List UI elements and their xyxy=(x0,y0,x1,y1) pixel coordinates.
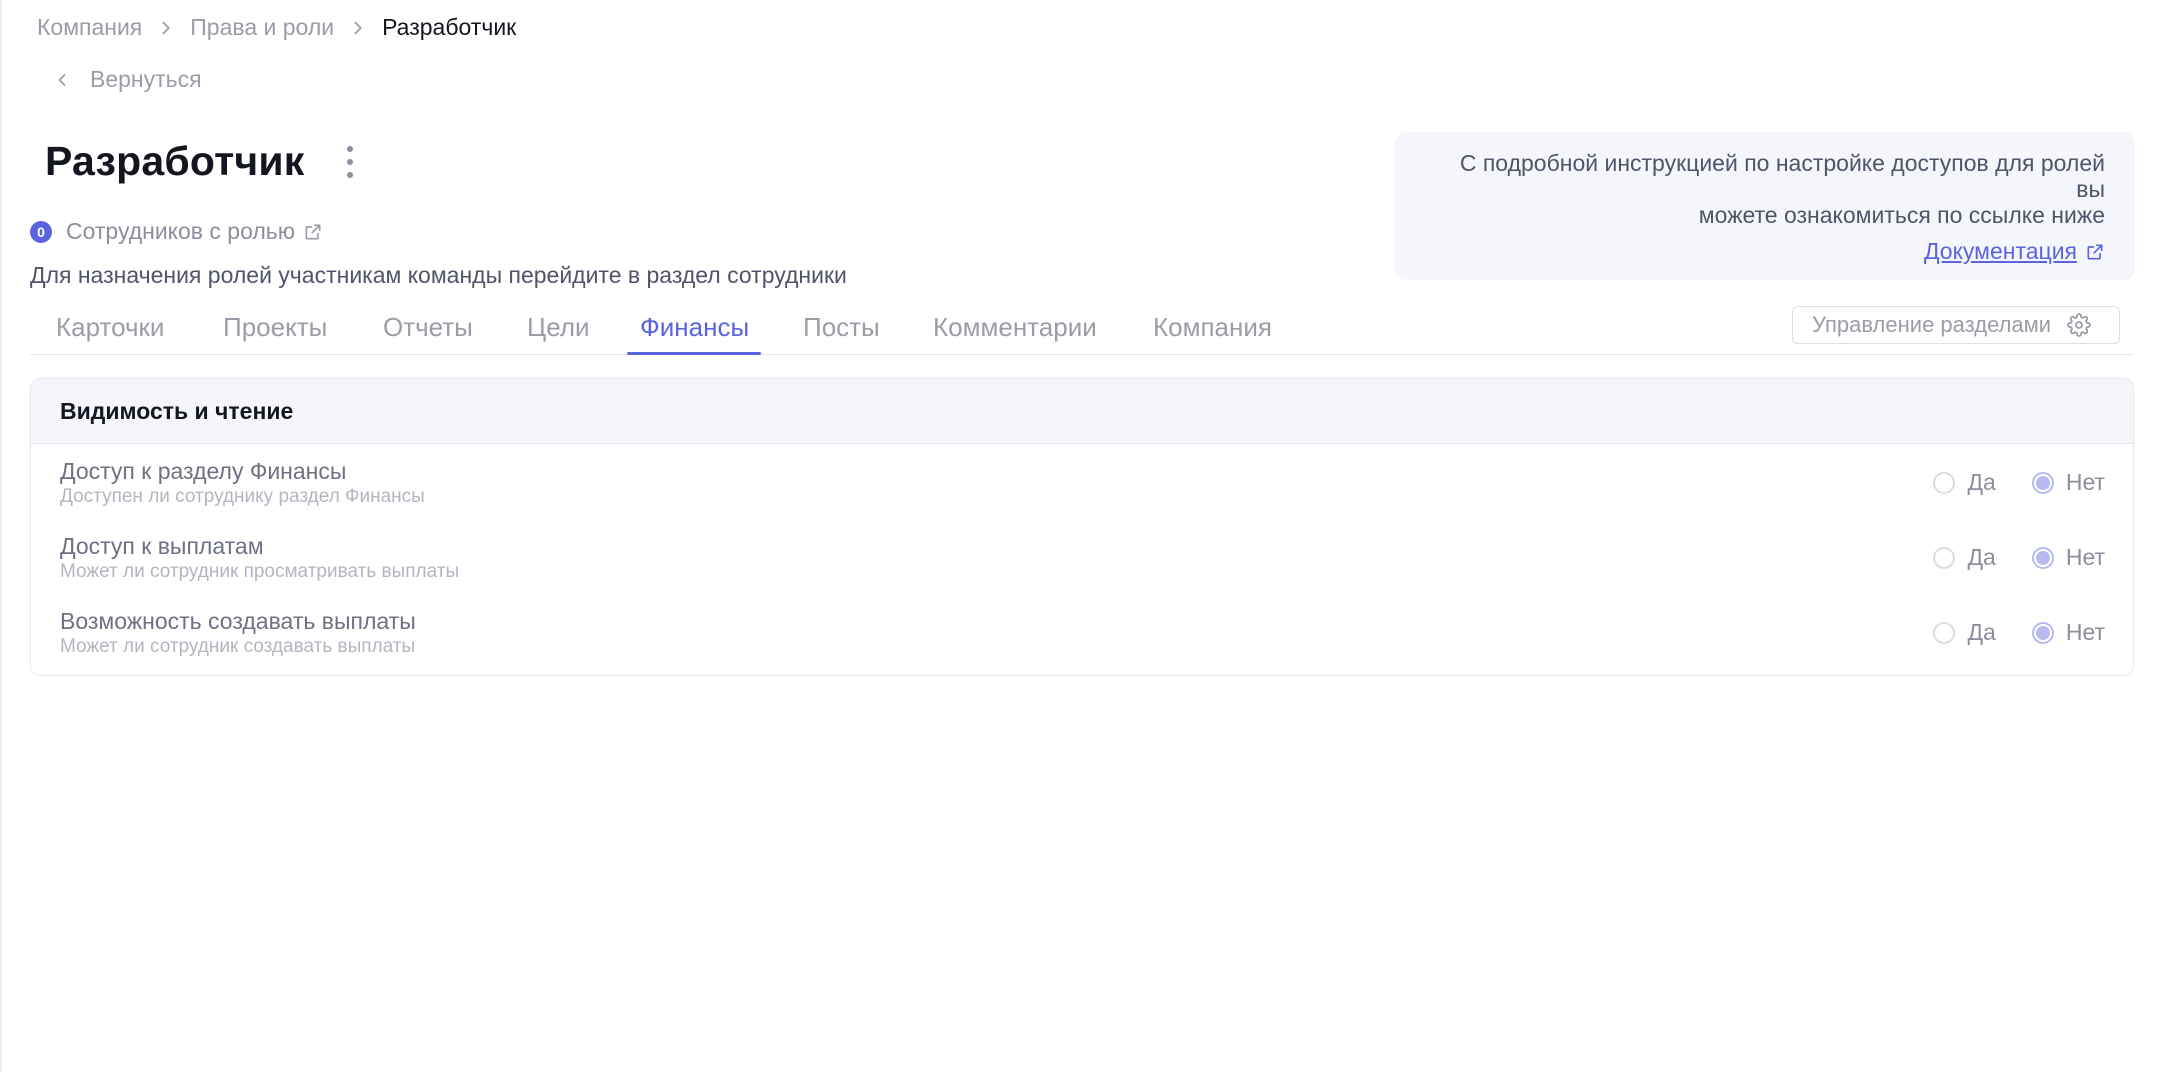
breadcrumb-item-company[interactable]: Компания xyxy=(37,14,142,41)
radio-yes[interactable] xyxy=(1933,471,1956,494)
tab-finance[interactable]: Финансы xyxy=(626,312,762,355)
radio-yes-label: Да xyxy=(1967,544,1996,570)
page-left-edge xyxy=(0,0,2,1072)
info-text-line-1: С подробной инструкцией по настройке дос… xyxy=(1459,150,2105,202)
radio-no-selected[interactable] xyxy=(2031,471,2054,494)
gear-icon xyxy=(2067,313,2091,337)
radio-option-no[interactable]: Нет xyxy=(2031,469,2105,496)
breadcrumb-item-roles[interactable]: Права и роли xyxy=(190,14,334,41)
radio-option-yes[interactable]: Да xyxy=(1933,619,1996,646)
permission-title: Доступ к выплатам xyxy=(60,533,264,559)
radio-option-no[interactable]: Нет xyxy=(2031,619,2105,646)
breadcrumb-item-current: Разработчик xyxy=(382,14,517,40)
title-row: Разработчик xyxy=(45,138,357,185)
documentation-link-label: Документация xyxy=(1923,238,2077,264)
permissions-panel: Видимость и чтение Доступ к разделу Фина… xyxy=(30,378,2134,676)
radio-no-label: Нет xyxy=(2065,619,2105,645)
permission-radio-group: Да Нет xyxy=(1933,619,2105,646)
breadcrumb: Компания Права и роли Разработчик xyxy=(37,14,516,41)
radio-yes-label: Да xyxy=(1967,469,1996,495)
manage-sections-label: Управление разделами xyxy=(1812,312,2052,337)
external-link-icon xyxy=(303,222,323,242)
panel-header: Видимость и чтение xyxy=(31,379,2133,444)
back-label: Вернуться xyxy=(90,66,202,92)
tab-projects[interactable]: Проекты xyxy=(223,312,327,354)
chevron-right-icon xyxy=(347,17,369,39)
chevron-left-icon xyxy=(52,70,72,90)
tab-company[interactable]: Компания xyxy=(1153,312,1272,354)
permission-radio-group: Да Нет xyxy=(1933,469,2105,496)
tab-posts[interactable]: Посты xyxy=(803,312,880,354)
tab-cards[interactable]: Карточки xyxy=(56,312,164,354)
more-options-icon[interactable] xyxy=(343,145,357,178)
documentation-info-box: С подробной инструкцией по настройке дос… xyxy=(1395,132,2135,280)
radio-yes-label: Да xyxy=(1967,619,1996,645)
radio-no-label: Нет xyxy=(2065,469,2105,495)
tab-comments[interactable]: Комментарии xyxy=(933,312,1097,354)
permission-description: Может ли сотрудник создавать выплаты xyxy=(60,636,416,657)
page-title: Разработчик xyxy=(45,138,305,184)
documentation-link[interactable]: Документация xyxy=(1924,238,2105,265)
permission-row: Доступ к разделу Финансы Доступен ли сот… xyxy=(31,444,2133,519)
back-button[interactable]: Вернуться xyxy=(52,66,202,93)
radio-yes[interactable] xyxy=(1933,546,1956,569)
permission-row: Возможность создавать выплаты Может ли с… xyxy=(31,594,2133,669)
permission-row: Доступ к выплатам Может ли сотрудник про… xyxy=(31,519,2133,594)
permission-description: Может ли сотрудник просматривать выплаты xyxy=(60,561,460,582)
chevron-right-icon xyxy=(155,17,177,39)
radio-option-no[interactable]: Нет xyxy=(2031,544,2105,571)
tab-goals[interactable]: Цели xyxy=(527,312,590,354)
permission-description: Доступен ли сотруднику раздел Финансы xyxy=(60,486,425,507)
radio-no-selected[interactable] xyxy=(2031,546,2054,569)
employees-label: Сотрудников с ролью xyxy=(66,218,296,244)
info-text-line-2: можете ознакомиться по ссылке ниже xyxy=(1698,202,2105,228)
external-link-icon xyxy=(2085,242,2105,262)
radio-option-yes[interactable]: Да xyxy=(1933,544,1996,571)
permission-title: Доступ к разделу Финансы xyxy=(60,458,347,484)
radio-yes[interactable] xyxy=(1933,621,1956,644)
role-assignment-hint: Для назначения ролей участникам команды … xyxy=(30,262,847,288)
permission-title: Возможность создавать выплаты xyxy=(60,608,416,634)
permission-radio-group: Да Нет xyxy=(1933,544,2105,571)
radio-no-selected[interactable] xyxy=(2031,621,2054,644)
tab-reports[interactable]: Отчеты xyxy=(383,312,473,354)
employees-with-role-link[interactable]: 0 Сотрудников с ролью xyxy=(30,218,323,245)
radio-no-label: Нет xyxy=(2065,544,2105,570)
manage-sections-button[interactable]: Управление разделами xyxy=(1792,306,2120,344)
employees-count-badge: 0 xyxy=(30,220,52,243)
radio-option-yes[interactable]: Да xyxy=(1933,469,1996,496)
